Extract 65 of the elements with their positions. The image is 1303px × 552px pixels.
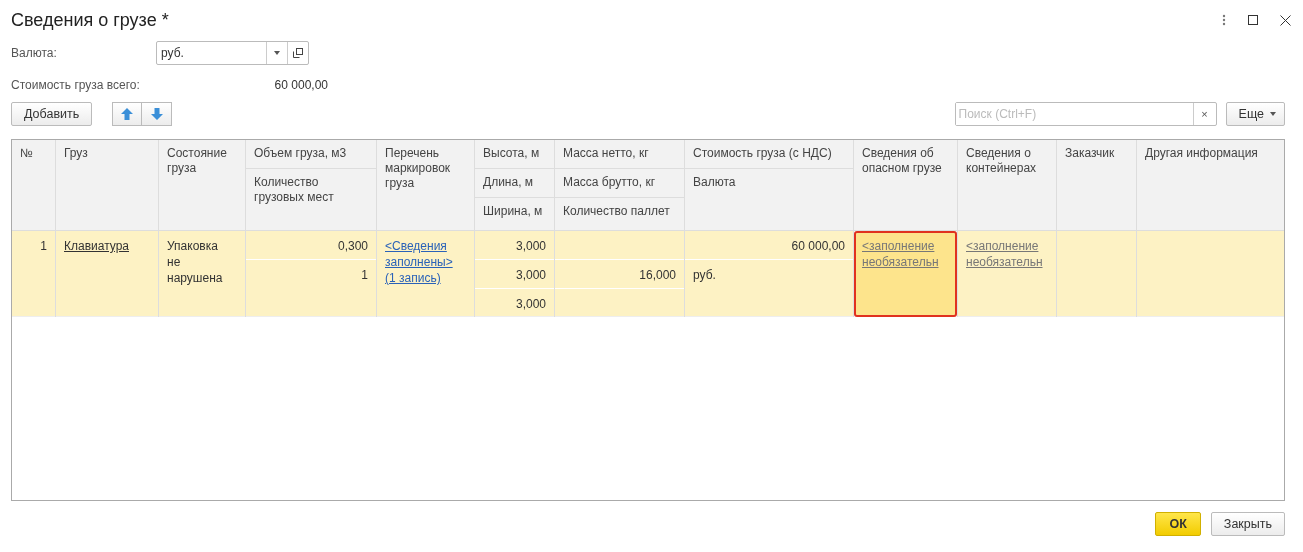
table-cell-text: 3,000 xyxy=(514,296,546,312)
column-header[interactable]: Заказчик xyxy=(1057,140,1136,230)
details-link[interactable]: <Сведения заполнены> (1 запись) xyxy=(385,238,466,286)
dropdown-icon[interactable] xyxy=(274,51,280,55)
optional-link[interactable]: <заполнение необязательн xyxy=(862,238,949,270)
column-header[interactable]: Перечень маркировок груза xyxy=(377,140,474,230)
more-options-icon[interactable] xyxy=(1222,14,1226,26)
column-header[interactable]: Объем груза, м3 xyxy=(246,140,376,169)
table-cell[interactable]: 0,300 1 xyxy=(246,231,376,317)
column-header[interactable]: Груз xyxy=(56,140,158,230)
close-button[interactable]: Закрыть xyxy=(1210,512,1285,536)
table-cell-text: 3,000 xyxy=(514,267,546,283)
column-header[interactable]: Количество паллет xyxy=(555,198,684,230)
table-cell[interactable]: <Сведения заполнены> (1 запись) xyxy=(377,231,474,317)
column-header[interactable]: Масса нетто, кг xyxy=(555,140,684,169)
table-cell[interactable]: <заполнение необязательн xyxy=(958,231,1056,317)
table-cell[interactable]: Упаковка не нарушена xyxy=(159,231,245,317)
column-header[interactable]: Состояние груза xyxy=(159,140,245,230)
field-label: Стоимость груза всего: xyxy=(11,78,140,92)
table-cell-text: 60 000,00 xyxy=(790,238,845,254)
open-icon[interactable] xyxy=(293,48,303,58)
column-header[interactable]: Масса брутто, кг xyxy=(555,169,684,198)
column-header[interactable]: № xyxy=(12,140,55,230)
currency-field[interactable]: руб. xyxy=(156,41,309,65)
table-cell[interactable]: 16,000 xyxy=(555,231,684,317)
table-cell[interactable] xyxy=(1057,231,1136,317)
item-link[interactable]: Клавиатура xyxy=(64,238,150,254)
table-cell-text: 1 xyxy=(39,238,47,254)
ok-button[interactable]: ОК xyxy=(1155,512,1201,536)
table-cell[interactable]: 1 xyxy=(12,231,55,317)
arrow-down-icon xyxy=(150,108,163,120)
arrow-up-icon xyxy=(121,108,134,120)
table-cell[interactable]: Клавиатура xyxy=(56,231,158,317)
field-label: Валюта: xyxy=(11,46,58,60)
maximize-icon[interactable] xyxy=(1248,15,1258,25)
window-title: Сведения о грузе * xyxy=(11,9,170,31)
table-cell-text: 3,000 xyxy=(514,238,546,254)
column-header[interactable]: Длина, м xyxy=(475,169,554,198)
table-cell-text: 16,000 xyxy=(638,267,676,283)
column-header[interactable]: Сведения об опасном грузе xyxy=(854,140,957,230)
table-cell-text: Упаковка не нарушена xyxy=(167,238,224,286)
column-header[interactable]: Количество грузовых мест xyxy=(246,169,376,230)
more-button[interactable]: Еще xyxy=(1225,102,1285,126)
move-up-button[interactable] xyxy=(112,102,143,126)
column-header[interactable]: Другая информация xyxy=(1137,140,1284,230)
column-header[interactable]: Сведения о контейнерах xyxy=(958,140,1056,230)
total-value: 60 000,00 xyxy=(274,78,328,92)
column-header[interactable]: Высота, м xyxy=(475,140,554,169)
add-button[interactable]: Добавить xyxy=(11,102,93,126)
current-cell[interactable]: <заполнение необязательн xyxy=(854,231,957,317)
column-header[interactable]: Ширина, м xyxy=(475,198,554,230)
close-icon[interactable] xyxy=(1280,14,1291,26)
table-cell-text: 1 xyxy=(360,267,368,283)
search-bar[interactable]: Поиск (Ctrl+F) × xyxy=(954,102,1217,126)
caret-icon xyxy=(1270,112,1276,116)
table-cell[interactable] xyxy=(1137,231,1284,317)
table-cell[interactable]: 3,000 3,000 3,000 xyxy=(475,231,554,317)
column-header[interactable]: Валюта xyxy=(685,169,853,230)
optional-link[interactable]: <заполнение необязательн xyxy=(966,238,1048,270)
table-cell-text: 0,300 xyxy=(336,238,368,254)
clear-button[interactable]: × xyxy=(1192,103,1216,125)
move-down-button[interactable] xyxy=(142,102,173,126)
column-header[interactable]: Стоимость груза (с НДС) xyxy=(685,140,853,169)
table-cell[interactable]: 60 000,00 руб. xyxy=(685,231,853,317)
table-cell-text: руб. xyxy=(693,267,717,283)
